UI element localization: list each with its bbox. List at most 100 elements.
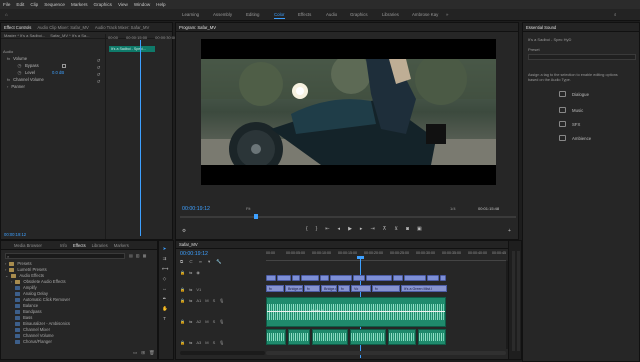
step-forward-icon[interactable]: ▸ bbox=[360, 226, 363, 232]
workspace-audio[interactable]: Audio bbox=[326, 12, 337, 17]
tab-info[interactable]: Info bbox=[60, 243, 67, 248]
eye-icon[interactable]: ◉ bbox=[196, 270, 200, 275]
new-bin-icon[interactable]: ▭ bbox=[133, 350, 137, 356]
lock-icon[interactable]: 🔒 bbox=[180, 298, 185, 303]
property-volume[interactable]: fx Volume bbox=[3, 55, 103, 62]
slip-tool-icon[interactable]: ↔ bbox=[162, 286, 167, 291]
mark-out-icon[interactable]: } bbox=[316, 226, 318, 232]
play-icon[interactable]: ▶ bbox=[348, 226, 352, 232]
video-clip[interactable] bbox=[440, 275, 446, 281]
solo-button[interactable]: S bbox=[213, 340, 216, 345]
property-channel-volume[interactable]: fx Channel Volume bbox=[3, 76, 103, 83]
menu-graphics[interactable]: Graphics bbox=[94, 2, 112, 7]
preset-select[interactable] bbox=[528, 54, 636, 60]
video-clip[interactable] bbox=[292, 275, 300, 281]
effects-item[interactable]: Amplify bbox=[15, 285, 37, 290]
essential-sound-title[interactable]: Essential Sound bbox=[526, 25, 556, 30]
master-clip-label[interactable]: Master * It's a Sadboi... bbox=[4, 33, 45, 38]
effects-item[interactable]: ⌄ Audio Effects bbox=[5, 273, 44, 278]
export-frame-icon[interactable]: ◙ bbox=[406, 226, 409, 232]
horizontal-scrollbar[interactable] bbox=[180, 351, 265, 355]
lock-icon[interactable]: 🔒 bbox=[180, 340, 185, 345]
yuv-filter-icon[interactable]: ▦ bbox=[143, 253, 147, 258]
effects-item[interactable]: Bandpass bbox=[15, 309, 42, 314]
menu-view[interactable]: View bbox=[118, 2, 128, 7]
workspace-learning[interactable]: Learning bbox=[182, 12, 199, 17]
ripple-edit-tool-icon[interactable]: ⟷ bbox=[162, 266, 169, 271]
video-clip-labeled[interactable]: Bridge.m bbox=[321, 285, 337, 292]
snap-icon[interactable]: ⊂ bbox=[189, 259, 193, 265]
audio-clip-a2[interactable] bbox=[418, 329, 446, 345]
video-clip[interactable] bbox=[330, 275, 352, 281]
playhead-handle[interactable] bbox=[357, 256, 364, 259]
add-marker-icon[interactable]: ▾ bbox=[208, 259, 210, 265]
effects-item[interactable]: Automatic Click Remover bbox=[15, 297, 70, 302]
effects-item[interactable]: › Obsolete Audio Effects bbox=[11, 279, 66, 284]
audio-clip-a2[interactable] bbox=[266, 329, 286, 345]
effects-item[interactable]: › Presets bbox=[5, 261, 32, 266]
video-clip[interactable] bbox=[393, 275, 403, 281]
accelerated-filter-icon[interactable]: ▤ bbox=[129, 253, 133, 258]
pen-tool-icon[interactable]: ✒ bbox=[162, 296, 167, 301]
type-ambience-button[interactable]: Ambience bbox=[559, 135, 591, 141]
lift-icon[interactable]: ⊼ bbox=[383, 226, 387, 232]
hand-tool-icon[interactable]: ✋ bbox=[162, 306, 168, 311]
tab-audio-track-mixer[interactable]: Audio Track Mixer: Safar_MV bbox=[95, 25, 149, 30]
lock-icon[interactable]: 🔒 bbox=[180, 270, 185, 275]
resolution-select[interactable]: 1/4 bbox=[450, 206, 456, 211]
step-back-icon[interactable]: ◂ bbox=[338, 226, 341, 232]
type-music-button[interactable]: Music bbox=[559, 107, 583, 113]
track-select-tool-icon[interactable]: ⇉ bbox=[162, 256, 167, 261]
mic-icon[interactable]: 🎙 bbox=[219, 319, 224, 324]
effects-search-input[interactable]: ⌕ bbox=[5, 253, 125, 259]
effects-item[interactable]: Bass bbox=[15, 315, 32, 320]
video-clip-labeled[interactable]: fx bbox=[338, 285, 350, 292]
program-timecode[interactable]: 00:00:19:12 bbox=[182, 206, 210, 212]
reset-icon[interactable]: ↺ bbox=[96, 72, 101, 77]
menu-edit[interactable]: Edit bbox=[16, 2, 24, 7]
effect-controls-timecode[interactable]: 00:00:19:12 bbox=[4, 232, 26, 237]
comparison-view-icon[interactable]: ▣ bbox=[417, 226, 422, 232]
audio-clip-a2[interactable] bbox=[350, 329, 386, 345]
solo-button[interactable]: S bbox=[213, 298, 216, 303]
stopwatch-icon[interactable]: ◷ bbox=[17, 63, 22, 68]
menu-help[interactable]: Help bbox=[156, 2, 165, 7]
go-to-in-icon[interactable]: ⇤ bbox=[325, 226, 329, 232]
razor-tool-icon[interactable]: ◇ bbox=[162, 276, 167, 281]
video-clip[interactable] bbox=[266, 275, 276, 281]
selection-tool-icon[interactable]: ➤ bbox=[162, 246, 167, 251]
program-playhead[interactable] bbox=[254, 214, 258, 219]
workspace-color[interactable]: Color bbox=[274, 12, 285, 19]
mic-icon[interactable]: 🎙 bbox=[219, 340, 224, 345]
workspace-libraries[interactable]: Libraries bbox=[382, 12, 399, 17]
audio-clip-a2[interactable] bbox=[388, 329, 416, 345]
search-icon[interactable]: ⌕ bbox=[614, 12, 616, 17]
audio-clip-a2[interactable] bbox=[288, 329, 310, 345]
menu-file[interactable]: File bbox=[3, 2, 10, 7]
solo-button[interactable]: S bbox=[213, 319, 216, 324]
video-clip[interactable] bbox=[404, 275, 426, 281]
32bit-filter-icon[interactable]: ▥ bbox=[136, 253, 140, 258]
home-icon[interactable]: ⌂ bbox=[5, 12, 8, 17]
program-title[interactable]: Program: Safar_MV bbox=[179, 25, 216, 30]
program-scrub-bar[interactable] bbox=[180, 216, 516, 218]
timeline-timecode[interactable]: 00:00:19:12 bbox=[180, 251, 208, 257]
effects-item[interactable]: › Lumetri Presets bbox=[5, 267, 47, 272]
reset-icon[interactable]: ↺ bbox=[96, 58, 101, 63]
effects-item[interactable]: Channel Mixer bbox=[15, 327, 50, 332]
property-level[interactable]: ◷ Level 0.0 dB bbox=[3, 69, 103, 76]
property-bypass[interactable]: ◷ Bypass bbox=[3, 62, 103, 69]
new-item-icon[interactable]: ⊞ bbox=[141, 350, 145, 356]
tab-effect-controls[interactable]: Effect Controls bbox=[4, 25, 31, 30]
video-clip-labeled[interactable]: It's a Green Mist.l bbox=[401, 285, 447, 292]
reset-icon[interactable]: ↺ bbox=[96, 65, 101, 70]
video-clip[interactable] bbox=[277, 275, 291, 281]
effect-clip-bar[interactable]: It's a Sadboi - Speci... bbox=[109, 46, 155, 52]
reset-icon[interactable]: ↺ bbox=[96, 79, 101, 84]
workspace-more-icon[interactable]: » bbox=[446, 12, 448, 17]
workspace-custom[interactable]: Ambrose Kay bbox=[412, 12, 438, 17]
add-button-icon[interactable]: + bbox=[508, 228, 511, 234]
mute-button[interactable]: M bbox=[205, 340, 208, 345]
sequence-clip-label[interactable]: Safar_MV * It's a Sa... bbox=[50, 33, 89, 38]
mic-icon[interactable]: 🎙 bbox=[219, 298, 224, 303]
